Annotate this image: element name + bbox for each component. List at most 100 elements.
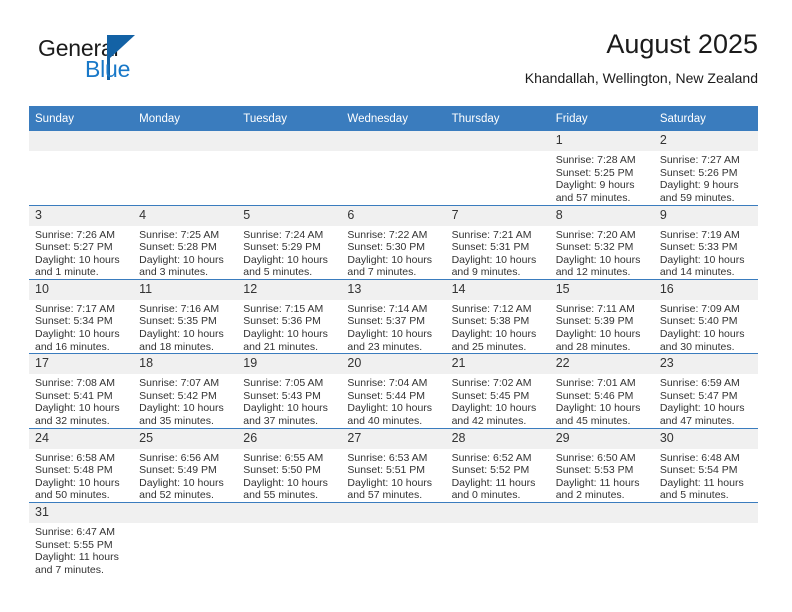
sunset-time: Sunset: 5:36 PM	[243, 315, 321, 328]
sunrise-time: Sunrise: 7:04 AM	[347, 377, 428, 390]
day-details: Sunrise: 7:12 AM Sunset: 5:38 PM Daylight:…	[446, 300, 550, 353]
calendar-day-cell[interactable]: 10 Sunrise: 7:17 AM Sunset: 5:34 PM Dayligh…	[29, 278, 134, 354]
calendar-day-cell[interactable]: 19 Sunrise: 7:05 AM Sunset: 5:43 PM Dayligh…	[237, 353, 342, 429]
day-details: Sunrise: 6:53 AM Sunset: 5:51 PM Daylight:…	[341, 449, 445, 502]
day-number: 18	[133, 354, 238, 375]
sunrise-time: Sunrise: 7:16 AM	[139, 302, 220, 315]
sunrise-time: Sunrise: 6:58 AM	[35, 451, 115, 464]
sunset-time: Sunset: 5:54 PM	[659, 464, 738, 477]
sunset-time: Sunset: 5:27 PM	[35, 241, 113, 254]
daylight-duration-line2: and 52 minutes.	[139, 489, 214, 502]
daylight-duration-line1: Daylight: 10 hours	[35, 328, 120, 341]
daylight-duration-line1: Daylight: 10 hours	[139, 328, 224, 341]
calendar-day-cell[interactable]: 29 Sunrise: 6:50 AM Sunset: 5:53 PM Dayligh…	[549, 427, 654, 503]
day-number: 22	[549, 354, 654, 375]
daylight-duration-line1: Daylight: 10 hours	[35, 476, 120, 489]
calendar-body: 1 Sunrise: 7:28 AM Sunset: 5:25 PM Daylight…	[29, 131, 758, 577]
calendar-day-cell[interactable]: 15 Sunrise: 7:11 AM Sunset: 5:39 PM Dayligh…	[549, 278, 654, 354]
calendar-day-cell-empty	[445, 502, 550, 577]
daylight-duration-line1: Daylight: 10 hours	[451, 402, 537, 415]
sunrise-time: Sunrise: 7:19 AM	[659, 228, 740, 241]
day-details: Sunrise: 7:14 AM Sunset: 5:37 PM Daylight:…	[341, 300, 445, 353]
daylight-duration-line1: Daylight: 10 hours	[243, 328, 328, 341]
calendar-day-cell[interactable]: 31 Sunrise: 6:47 AM Sunset: 5:55 PM Dayligh…	[29, 502, 134, 577]
calendar-day-cell-empty	[133, 131, 238, 205]
day-details: Sunrise: 7:19 AM Sunset: 5:33 PM Daylight:…	[654, 226, 758, 279]
calendar-week-row: 3 Sunrise: 7:26 AM Sunset: 5:27 PM Daylight…	[29, 204, 758, 280]
calendar-day-cell[interactable]: 26 Sunrise: 6:55 AM Sunset: 5:50 PM Dayligh…	[237, 427, 342, 503]
daylight-duration-line2: and 32 minutes.	[35, 415, 110, 428]
calendar-day-cell[interactable]: 9 Sunrise: 7:19 AM Sunset: 5:33 PM Daylight…	[653, 204, 758, 280]
calendar-day-cell[interactable]: 17 Sunrise: 7:08 AM Sunset: 5:41 PM Dayligh…	[29, 353, 134, 429]
sunset-time: Sunset: 5:51 PM	[347, 464, 426, 477]
calendar-day-cell[interactable]: 14 Sunrise: 7:12 AM Sunset: 5:38 PM Dayligh…	[445, 278, 550, 354]
daylight-duration-line2: and 9 minutes.	[451, 266, 521, 279]
calendar-day-cell[interactable]: 4 Sunrise: 7:25 AM Sunset: 5:28 PM Daylight…	[133, 204, 238, 280]
calendar-day-cell[interactable]: 22 Sunrise: 7:01 AM Sunset: 5:46 PM Dayligh…	[549, 353, 654, 429]
sunset-time: Sunset: 5:25 PM	[555, 166, 634, 179]
daylight-duration-line1: Daylight: 10 hours	[347, 328, 433, 341]
sunrise-time: Sunrise: 7:07 AM	[139, 377, 220, 390]
calendar-day-cell[interactable]: 3 Sunrise: 7:26 AM Sunset: 5:27 PM Daylight…	[29, 204, 134, 280]
daylight-duration-line2: and 25 minutes.	[451, 340, 527, 353]
daylight-duration-line2: and 57 minutes.	[347, 489, 423, 502]
day-details: Sunrise: 7:04 AM Sunset: 5:44 PM Daylight:…	[341, 374, 445, 427]
calendar-day-cell[interactable]: 16 Sunrise: 7:09 AM Sunset: 5:40 PM Dayligh…	[653, 278, 758, 354]
sunset-time: Sunset: 5:40 PM	[659, 315, 738, 328]
page-header: General Blue August 2025 Khandallah, Wel…	[29, 28, 758, 98]
day-details: Sunrise: 7:15 AM Sunset: 5:36 PM Daylight:…	[237, 300, 341, 353]
daylight-duration-line2: and 42 minutes.	[451, 415, 527, 428]
calendar-header-row: Sunday Monday Tuesday Wednesday Thursday Frid…	[29, 106, 758, 131]
day-details: Sunrise: 7:11 AM Sunset: 5:39 PM Daylight:…	[550, 300, 654, 353]
calendar-day-cell[interactable]: 7 Sunrise: 7:21 AM Sunset: 5:31 PM Daylight…	[445, 204, 550, 280]
sunrise-time: Sunrise: 7:28 AM	[555, 154, 636, 166]
calendar-day-cell[interactable]: 13 Sunrise: 7:14 AM Sunset: 5:37 PM Dayligh…	[341, 278, 446, 354]
weekday-header-thursday: Thursday	[445, 106, 550, 131]
calendar-day-cell[interactable]: 25 Sunrise: 6:56 AM Sunset: 5:49 PM Dayligh…	[133, 427, 238, 503]
sunset-time: Sunset: 5:30 PM	[347, 241, 426, 254]
calendar-day-cell-empty	[653, 502, 758, 577]
calendar-day-cell[interactable]: 27 Sunrise: 6:53 AM Sunset: 5:51 PM Dayligh…	[341, 427, 446, 503]
sunset-time: Sunset: 5:37 PM	[347, 315, 426, 328]
calendar-day-cell[interactable]: 6 Sunrise: 7:22 AM Sunset: 5:30 PM Daylight…	[341, 204, 446, 280]
weekday-header-friday: Friday	[549, 106, 654, 131]
sunrise-time: Sunrise: 7:15 AM	[243, 302, 324, 315]
daylight-duration-line2: and 35 minutes.	[139, 415, 214, 428]
calendar-day-cell[interactable]: 24 Sunrise: 6:58 AM Sunset: 5:48 PM Dayligh…	[29, 427, 134, 503]
calendar-day-cell[interactable]: 21 Sunrise: 7:02 AM Sunset: 5:45 PM Dayligh…	[445, 353, 550, 429]
daylight-duration-line1: Daylight: 10 hours	[659, 402, 745, 415]
sunrise-time: Sunrise: 7:09 AM	[659, 302, 740, 315]
calendar-day-cell[interactable]: 23 Sunrise: 6:59 AM Sunset: 5:47 PM Dayligh…	[653, 353, 758, 429]
calendar-day-cell[interactable]: 11 Sunrise: 7:16 AM Sunset: 5:35 PM Dayligh…	[133, 278, 238, 354]
day-number: 11	[133, 279, 238, 300]
day-details: Sunrise: 6:58 AM Sunset: 5:48 PM Daylight:…	[29, 449, 133, 502]
day-details: Sunrise: 7:22 AM Sunset: 5:30 PM Daylight:…	[341, 226, 445, 279]
day-details: Sunrise: 7:05 AM Sunset: 5:43 PM Daylight:…	[237, 374, 341, 427]
calendar-day-cell[interactable]: 12 Sunrise: 7:15 AM Sunset: 5:36 PM Dayligh…	[237, 278, 342, 354]
daylight-duration-line2: and 50 minutes.	[35, 489, 110, 502]
day-number	[341, 131, 446, 151]
day-number: 15	[549, 279, 654, 300]
calendar-day-cell[interactable]: 18 Sunrise: 7:07 AM Sunset: 5:42 PM Dayligh…	[133, 353, 238, 429]
daylight-duration-line1: Daylight: 10 hours	[139, 476, 224, 489]
day-number	[133, 503, 238, 523]
daylight-duration-line2: and 3 minutes.	[139, 266, 209, 279]
calendar-day-cell[interactable]: 20 Sunrise: 7:04 AM Sunset: 5:44 PM Dayligh…	[341, 353, 446, 429]
day-number	[237, 503, 342, 523]
daylight-duration-line1: Daylight: 9 hours	[555, 179, 635, 192]
calendar-day-cell[interactable]: 5 Sunrise: 7:24 AM Sunset: 5:29 PM Daylight…	[237, 204, 342, 280]
day-number: 4	[133, 205, 238, 226]
daylight-duration-line2: and 2 minutes.	[555, 489, 625, 502]
general-blue-logo[interactable]: General Blue	[29, 34, 229, 90]
calendar-week-row: 31 Sunrise: 6:47 AM Sunset: 5:55 PM Dayligh…	[29, 502, 758, 577]
day-details: Sunrise: 7:02 AM Sunset: 5:45 PM Daylight:…	[446, 374, 550, 427]
calendar-day-cell[interactable]: 30 Sunrise: 6:48 AM Sunset: 5:54 PM Dayligh…	[653, 427, 758, 503]
page-subtitle: Khandallah, Wellington, New Zealand	[524, 70, 758, 86]
sunrise-time: Sunrise: 7:21 AM	[451, 228, 532, 241]
day-number	[341, 503, 446, 523]
calendar-day-cell-empty	[237, 502, 342, 577]
calendar-day-cell[interactable]: 28 Sunrise: 6:52 AM Sunset: 5:52 PM Dayligh…	[445, 427, 550, 503]
calendar-day-cell[interactable]: 1 Sunrise: 7:28 AM Sunset: 5:25 PM Daylight…	[549, 131, 654, 205]
calendar-day-cell[interactable]: 2 Sunrise: 7:27 AM Sunset: 5:26 PM Daylight…	[653, 131, 758, 205]
calendar-day-cell[interactable]: 8 Sunrise: 7:20 AM Sunset: 5:32 PM Daylight…	[549, 204, 654, 280]
